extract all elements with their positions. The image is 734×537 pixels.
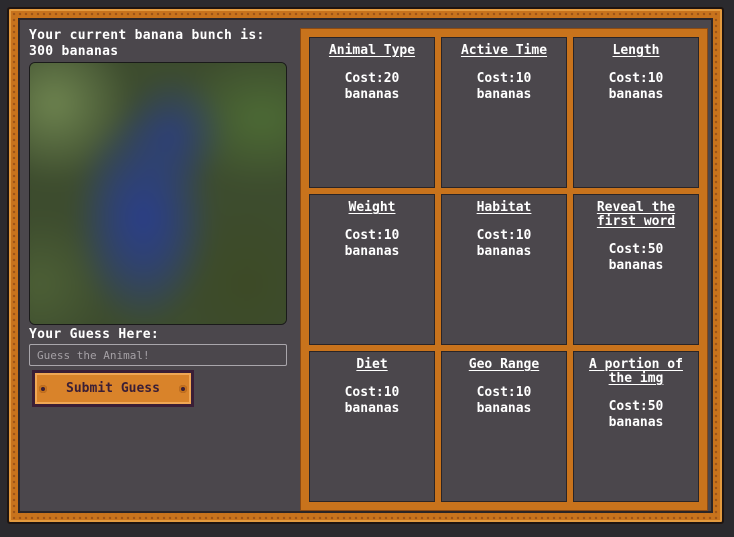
hint-title: Animal Type	[328, 43, 416, 58]
hint-card-geo-range[interactable]: Geo Range Cost:10 bananas	[441, 351, 567, 502]
hint-cost: Cost:10 bananas	[344, 228, 400, 259]
hint-title: Active Time	[460, 43, 548, 58]
hint-card-diet[interactable]: Diet Cost:10 bananas	[309, 351, 435, 502]
rivet-icon	[39, 384, 47, 393]
hint-title: Diet	[356, 357, 388, 372]
hint-cost: Cost:20 bananas	[344, 71, 400, 102]
submit-guess-button[interactable]: Submit Guess	[32, 370, 194, 407]
hint-cost: Cost:10 bananas	[476, 385, 532, 416]
hint-card-habitat[interactable]: Habitat Cost:10 bananas	[441, 194, 567, 345]
hint-cost: Cost:10 bananas	[344, 385, 400, 416]
hint-card-active-time[interactable]: Active Time Cost:10 bananas	[441, 37, 567, 188]
hint-title: Reveal the first word	[596, 200, 676, 229]
hint-card-reveal-first-word[interactable]: Reveal the first word Cost:50 bananas	[573, 194, 699, 345]
rivet-icon	[179, 384, 187, 393]
game-panel: Your current banana bunch is: 300 banana…	[18, 18, 713, 513]
hint-cost: Cost:50 bananas	[608, 242, 664, 273]
hint-title: Habitat	[476, 200, 532, 215]
hint-card-length[interactable]: Length Cost:10 bananas	[573, 37, 699, 188]
submit-guess-label: Submit Guess	[66, 381, 160, 396]
hint-card-weight[interactable]: Weight Cost:10 bananas	[309, 194, 435, 345]
hint-title: Length	[612, 43, 660, 58]
hint-cost: Cost:10 bananas	[476, 228, 532, 259]
hint-title: A portion of the img	[589, 357, 683, 386]
hint-grid: Animal Type Cost:20 bananas Active Time …	[300, 28, 708, 511]
hint-title: Weight	[348, 200, 396, 215]
blurred-animal-image	[29, 62, 287, 325]
hint-cost: Cost:10 bananas	[476, 71, 532, 102]
guess-label: Your Guess Here:	[29, 327, 160, 342]
hint-card-image-portion[interactable]: A portion of the img Cost:50 bananas	[573, 351, 699, 502]
hint-title: Geo Range	[468, 357, 540, 372]
hint-card-animal-type[interactable]: Animal Type Cost:20 bananas	[309, 37, 435, 188]
game-frame: Your current banana bunch is: 300 banana…	[7, 7, 724, 524]
banana-count-text: Your current banana bunch is: 300 banana…	[29, 28, 265, 59]
guess-input[interactable]	[29, 344, 287, 366]
hint-cost: Cost:10 bananas	[608, 71, 664, 102]
hint-cost: Cost:50 bananas	[608, 399, 664, 430]
blurred-animal-picture	[30, 63, 286, 324]
